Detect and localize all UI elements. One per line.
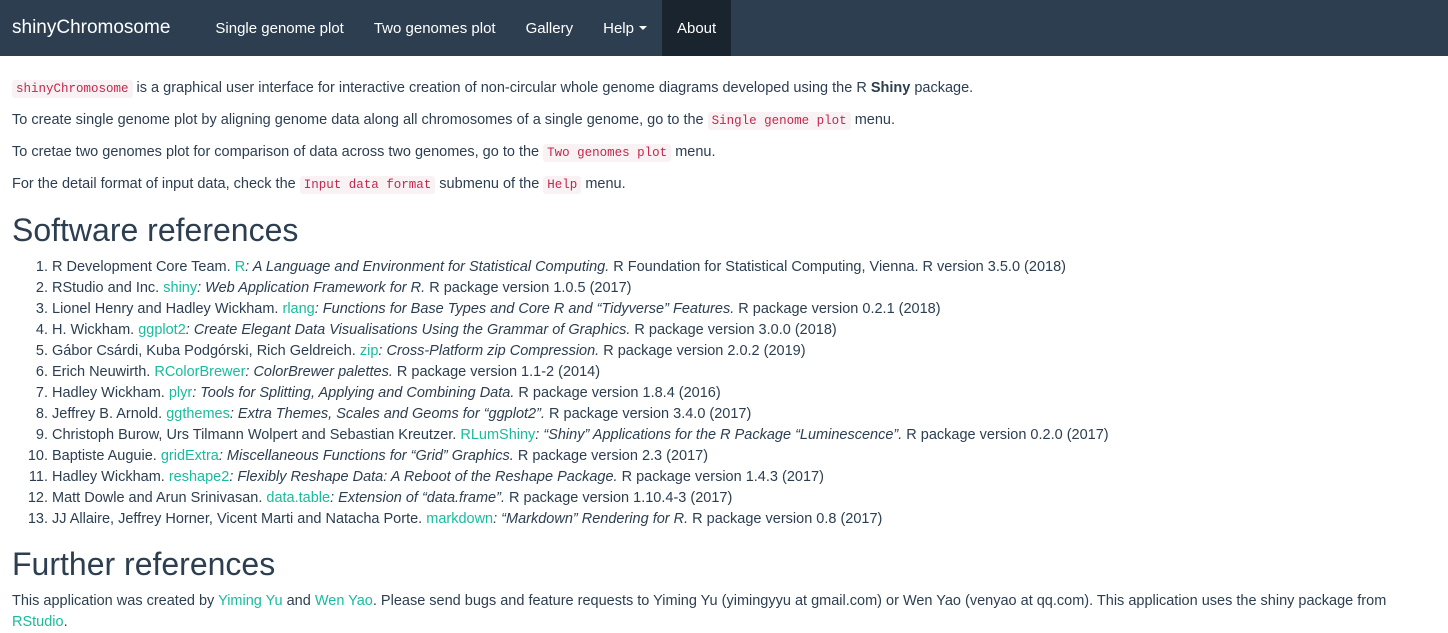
reference-package-link[interactable]: ggthemes [166,406,230,422]
reference-authors: Christoph Burow, Urs Tilmann Wolpert and… [52,427,461,443]
reference-package-link[interactable]: data.table [266,490,330,506]
further-references-heading: Further references [12,546,276,582]
reference-package-link[interactable]: RLumShiny [460,427,535,443]
reference-title: : Flexibly Reshape Data: A Reboot of the… [229,469,618,485]
link-yiming-yu[interactable]: Yiming Yu [218,593,283,609]
reference-package-link[interactable]: gridExtra [161,448,219,464]
reference-title: : Miscellaneous Functions for “Grid” Gra… [218,448,514,464]
caret-down-icon [638,26,647,30]
reference-details: R package version 0.8 (2017) [688,511,883,527]
code-shinychromosome: shinyChromosome [12,80,133,98]
reference-package-link[interactable]: plyr [169,385,192,401]
software-references-list: R Development Core Team. R: A Language a… [12,257,1436,530]
code-input-data-format: Input data format [299,176,436,194]
reference-authors: Lionel Henry and Hadley Wickham. [52,301,283,317]
reference-authors: R Development Core Team. [52,259,235,275]
reference-package-link[interactable]: markdown [426,511,493,527]
reference-title: : Functions for Base Types and Core R an… [314,301,735,317]
reference-package-link[interactable]: rlang [283,301,315,317]
reference-authors: Jeffrey B. Arnold. [52,406,167,422]
reference-title: : Extra Themes, Scales and Geoms for “gg… [229,406,545,422]
code-single-genome-plot: Single genome plot [707,112,851,130]
reference-details: R package version 1.8.4 (2016) [514,385,721,401]
reference-item: RStudio and Inc. shiny: Web Application … [52,278,1436,299]
reference-item: Baptiste Auguie. gridExtra: Miscellaneou… [52,446,1436,467]
bold-shiny: Shiny [870,80,911,96]
reference-item: Christoph Burow, Urs Tilmann Wolpert and… [52,425,1436,446]
reference-authors: Baptiste Auguie. [52,448,161,464]
nav-help-label: Help [603,19,634,37]
navbar-brand[interactable]: shinyChromosome [0,0,186,56]
reference-title: : Extension of “data.frame”. [330,490,505,506]
reference-authors: Matt Dowle and Arun Srinivasan. [52,490,267,506]
nav-gallery[interactable]: Gallery [511,0,589,56]
reference-item: Erich Neuwirth. RColorBrewer: ColorBrewe… [52,362,1436,383]
reference-authors: Erich Neuwirth. [52,364,155,380]
reference-item: JJ Allaire, Jeffrey Horner, Vicent Marti… [52,509,1436,530]
reference-authors: Hadley Wickham. [52,385,169,401]
nav-help-dropdown[interactable]: Help [588,0,662,56]
reference-details: R package version 3.4.0 (2017) [544,406,752,422]
reference-package-link[interactable]: shiny [163,280,197,296]
reference-title: : “Shiny” Applications for the R Package… [535,427,903,443]
reference-authors: H. Wickham. [52,322,139,338]
reference-details: R package version 1.1-2 (2014) [392,364,601,380]
reference-item: Hadley Wickham. reshape2: Flexibly Resha… [52,467,1436,488]
reference-authors: RStudio and Inc. [52,280,164,296]
reference-item: Gábor Csárdi, Kuba Podgórski, Rich Geldr… [52,341,1436,362]
reference-item: Jeffrey B. Arnold. ggthemes: Extra Theme… [52,404,1436,425]
link-wen-yao[interactable]: Wen Yao [315,593,373,609]
reference-authors: Hadley Wickham. [52,469,169,485]
reference-authors: JJ Allaire, Jeffrey Horner, Vicent Marti… [52,511,427,527]
reference-package-link[interactable]: reshape2 [169,469,229,485]
intro-paragraph-4: For the detail format of input data, che… [12,176,626,194]
reference-package-link[interactable]: ggplot2 [138,322,186,338]
reference-item: Matt Dowle and Arun Srinivasan. data.tab… [52,488,1436,509]
reference-title: : A Language and Environment for Statist… [245,259,610,275]
main-content: shinyChromosome is a graphical user inte… [0,56,1448,633]
reference-details: R package version 2.0.2 (2019) [599,343,806,359]
reference-item: Lionel Henry and Hadley Wickham. rlang: … [52,299,1436,320]
intro-paragraph-2: To create single genome plot by aligning… [12,112,896,130]
reference-details: R package version 0.2.0 (2017) [902,427,1109,443]
reference-package-link[interactable]: R [235,259,245,275]
reference-details: R package version 1.4.3 (2017) [617,469,824,485]
reference-title: : Web Application Framework for R. [197,280,426,296]
reference-item: H. Wickham. ggplot2: Create Elegant Data… [52,320,1436,341]
reference-details: R Foundation for Statistical Computing, … [609,259,1066,275]
link-rstudio[interactable]: RStudio [12,614,64,630]
reference-title: : “Markdown” Rendering for R. [493,511,689,527]
reference-details: R package version 3.0.0 (2018) [630,322,837,338]
reference-details: R package version 1.0.5 (2017) [425,280,632,296]
reference-title: : Create Elegant Data Visualisations Usi… [185,322,631,338]
reference-item: Hadley Wickham. plyr: Tools for Splittin… [52,383,1436,404]
intro-paragraph-1: shinyChromosome is a graphical user inte… [12,78,1436,100]
reference-title: : Tools for Splitting, Applying and Comb… [192,385,515,401]
nav-single-genome-plot[interactable]: Single genome plot [200,0,358,56]
reference-details: R package version 1.10.4-3 (2017) [504,490,733,506]
reference-package-link[interactable]: zip [360,343,379,359]
reference-item: R Development Core Team. R: A Language a… [52,257,1436,278]
software-references-heading: Software references [12,212,299,248]
reference-details: R package version 2.3 (2017) [513,448,709,464]
intro-paragraph-3: To cretae two genomes plot for compariso… [12,144,716,162]
nav-two-genomes-plot[interactable]: Two genomes plot [359,0,511,56]
code-help: Help [543,176,582,194]
further-references-paragraph: This application was created by Yiming Y… [12,593,1387,630]
reference-title: : Cross-Platform zip Compression. [378,343,600,359]
navbar: shinyChromosome Single genome plot Two g… [0,0,1448,56]
code-two-genomes-plot: Two genomes plot [543,144,672,162]
reference-title: : ColorBrewer palettes. [245,364,393,380]
reference-details: R package version 0.2.1 (2018) [734,301,941,317]
reference-package-link[interactable]: RColorBrewer [154,364,245,380]
reference-authors: Gábor Csárdi, Kuba Podgórski, Rich Geldr… [52,343,360,359]
nav-about[interactable]: About [661,0,732,56]
